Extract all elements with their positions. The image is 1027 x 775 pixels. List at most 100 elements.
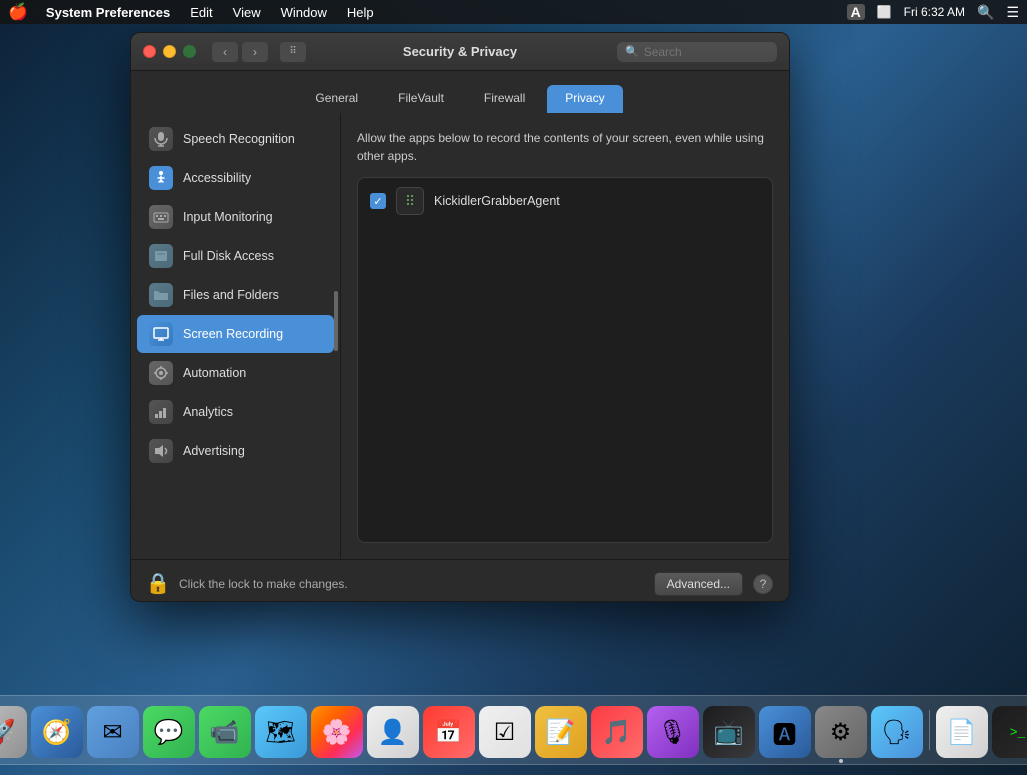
dock-item-notes[interactable]: 📝 bbox=[535, 706, 587, 758]
advanced-button[interactable]: Advanced... bbox=[654, 572, 743, 596]
speech-recognition-icon bbox=[149, 127, 173, 151]
menubar-window[interactable]: Window bbox=[273, 0, 335, 24]
tab-general[interactable]: General bbox=[297, 85, 376, 113]
dock-item-finder2[interactable]: 📄 bbox=[936, 706, 988, 758]
menubar-help[interactable]: Help bbox=[339, 0, 382, 24]
menubar: 🍎 System Preferences Edit View Window He… bbox=[0, 0, 1027, 24]
dock-item-calendar[interactable]: 📅 bbox=[423, 706, 475, 758]
close-button[interactable] bbox=[143, 45, 156, 58]
description-text: Allow the apps below to record the conte… bbox=[357, 129, 773, 165]
apple-menu[interactable]: 🍎 bbox=[8, 2, 28, 22]
reminders-icon: ☑ bbox=[494, 718, 516, 747]
dock-item-launchpad[interactable]: 🚀 bbox=[0, 706, 27, 758]
menubar-right: A ⬜ Fri 6:32 AM 🔍 ☰ bbox=[847, 4, 1019, 21]
sidebar-label-advertising: Advertising bbox=[183, 444, 245, 458]
sidebar-label-input-monitoring: Input Monitoring bbox=[183, 210, 273, 224]
grid-button[interactable]: ⠿ bbox=[280, 42, 306, 62]
terminal-icon: >_ bbox=[1010, 725, 1026, 740]
safari-icon: 🧭 bbox=[42, 718, 72, 747]
full-disk-access-icon bbox=[149, 244, 173, 268]
dock-item-feedback[interactable]: 🗣 bbox=[871, 706, 923, 758]
mail-icon: ✉ bbox=[102, 718, 122, 747]
dock: 🖥 🚀 🧭 ✉ 💬 📹 🗺 🌸 👤 📅 ☑ 📝 🎵 🎙 📺 🅰 bbox=[0, 695, 1027, 765]
dock-running-indicator-sysprefs bbox=[839, 759, 843, 763]
dock-item-safari[interactable]: 🧭 bbox=[31, 706, 83, 758]
dock-item-messages[interactable]: 💬 bbox=[143, 706, 195, 758]
traffic-lights bbox=[143, 45, 196, 58]
tab-privacy[interactable]: Privacy bbox=[547, 85, 622, 113]
sidebar-item-full-disk-access[interactable]: Full Disk Access bbox=[137, 237, 334, 275]
sidebar-scrollbar bbox=[334, 291, 338, 351]
search-box[interactable]: 🔍 bbox=[617, 42, 777, 62]
dock-item-maps[interactable]: 🗺 bbox=[255, 706, 307, 758]
sidebar-label-speech-recognition: Speech Recognition bbox=[183, 132, 295, 146]
window-content: Speech Recognition Accessibility bbox=[131, 113, 789, 559]
sidebar-item-speech-recognition[interactable]: Speech Recognition bbox=[137, 120, 334, 158]
sidebar-label-analytics: Analytics bbox=[183, 405, 233, 419]
dock-item-terminal[interactable]: >_ bbox=[992, 706, 1027, 758]
sidebar: Speech Recognition Accessibility bbox=[131, 113, 341, 559]
dock-item-music[interactable]: 🎵 bbox=[591, 706, 643, 758]
menubar-app-name[interactable]: System Preferences bbox=[38, 0, 178, 24]
menubar-a-icon: A bbox=[847, 4, 865, 20]
dock-item-sysprefs[interactable]: ⚙ bbox=[815, 706, 867, 758]
lock-text: Click the lock to make changes. bbox=[179, 577, 644, 591]
dock-item-podcasts[interactable]: 🎙 bbox=[647, 706, 699, 758]
window-title: Security & Privacy bbox=[403, 44, 517, 59]
sidebar-label-automation: Automation bbox=[183, 366, 246, 380]
notes-icon: 📝 bbox=[546, 718, 576, 747]
app-list: ✓ KickidlerGrabberAgent bbox=[357, 177, 773, 543]
screen-recording-icon bbox=[149, 322, 173, 346]
photos-icon: 🌸 bbox=[322, 718, 352, 747]
automation-icon bbox=[149, 361, 173, 385]
podcasts-icon: 🎙 bbox=[657, 718, 687, 747]
sidebar-item-analytics[interactable]: Analytics bbox=[137, 393, 334, 431]
app-icon-kickidler bbox=[396, 187, 424, 215]
contacts-icon: 👤 bbox=[378, 718, 408, 747]
minimize-button[interactable] bbox=[163, 45, 176, 58]
dock-item-facetime[interactable]: 📹 bbox=[199, 706, 251, 758]
menubar-view[interactable]: View bbox=[225, 0, 269, 24]
dock-item-reminders[interactable]: ☑ bbox=[479, 706, 531, 758]
main-panel: Allow the apps below to record the conte… bbox=[341, 113, 789, 559]
tab-filevault[interactable]: FileVault bbox=[380, 85, 462, 113]
dock-item-appletv[interactable]: 📺 bbox=[703, 706, 755, 758]
forward-button[interactable]: › bbox=[242, 42, 268, 62]
help-button[interactable]: ? bbox=[753, 574, 773, 594]
back-button[interactable]: ‹ bbox=[212, 42, 238, 62]
input-monitoring-icon bbox=[149, 205, 173, 229]
titlebar: ‹ › ⠿ Security & Privacy 🔍 bbox=[131, 33, 789, 71]
lock-icon[interactable]: 🔒 bbox=[147, 571, 169, 597]
sidebar-item-accessibility[interactable]: Accessibility bbox=[137, 159, 334, 197]
search-icon: 🔍 bbox=[625, 45, 639, 58]
maximize-button[interactable] bbox=[183, 45, 196, 58]
sidebar-label-files-and-folders: Files and Folders bbox=[183, 288, 279, 302]
sidebar-item-automation[interactable]: Automation bbox=[137, 354, 334, 392]
menubar-control-icon[interactable]: ☰ bbox=[1006, 4, 1019, 21]
sidebar-item-input-monitoring[interactable]: Input Monitoring bbox=[137, 198, 334, 236]
menubar-edit[interactable]: Edit bbox=[182, 0, 220, 24]
tab-bar: General FileVault Firewall Privacy bbox=[131, 71, 789, 113]
sidebar-item-screen-recording[interactable]: Screen Recording bbox=[137, 315, 334, 353]
appstore-icon: 🅰 bbox=[773, 715, 797, 750]
sidebar-label-screen-recording: Screen Recording bbox=[183, 327, 283, 341]
dock-item-appstore[interactable]: 🅰 bbox=[759, 706, 811, 758]
files-and-folders-icon bbox=[149, 283, 173, 307]
sidebar-item-files-and-folders[interactable]: Files and Folders bbox=[137, 276, 334, 314]
app-checkbox-kickidler[interactable]: ✓ bbox=[370, 193, 386, 209]
accessibility-icon bbox=[149, 166, 173, 190]
search-input[interactable] bbox=[644, 45, 769, 59]
tab-firewall[interactable]: Firewall bbox=[466, 85, 543, 113]
advertising-icon bbox=[149, 439, 173, 463]
sysprefs-icon: ⚙ bbox=[830, 718, 852, 747]
analytics-icon bbox=[149, 400, 173, 424]
dock-item-mail[interactable]: ✉ bbox=[87, 706, 139, 758]
checkbox-check-icon: ✓ bbox=[373, 195, 382, 208]
dock-item-photos[interactable]: 🌸 bbox=[311, 706, 363, 758]
messages-icon: 💬 bbox=[154, 718, 184, 747]
dock-item-contacts[interactable]: 👤 bbox=[367, 706, 419, 758]
sidebar-item-advertising[interactable]: Advertising bbox=[137, 432, 334, 470]
menubar-search-icon[interactable]: 🔍 bbox=[977, 4, 994, 21]
maps-icon: 🗺 bbox=[265, 718, 295, 747]
list-item[interactable]: ✓ KickidlerGrabberAgent bbox=[358, 178, 772, 224]
